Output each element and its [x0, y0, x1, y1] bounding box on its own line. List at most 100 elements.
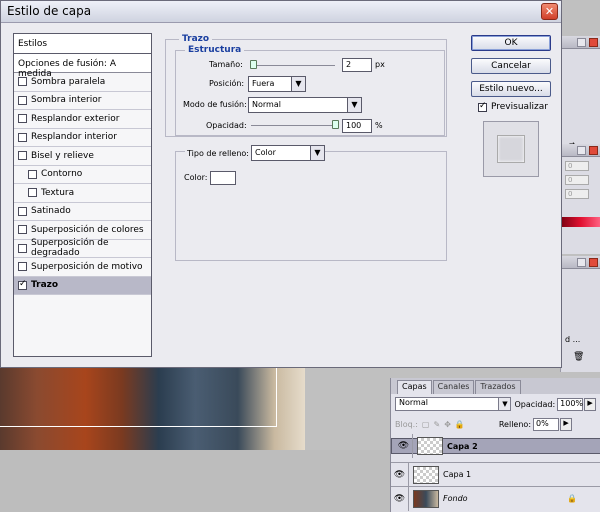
checkbox-icon[interactable]	[18, 262, 27, 272]
lock-icon: 🔒	[567, 494, 577, 503]
size-label: Tamaño:	[209, 60, 243, 69]
close-icon[interactable]	[589, 258, 598, 267]
fill-type-select[interactable]: Color ▼	[251, 145, 325, 161]
checkbox-icon[interactable]	[18, 114, 27, 124]
style-item-label: Sombra interior	[31, 95, 102, 106]
chevron-down-icon: ▼	[347, 98, 361, 112]
blend-mode-label: Modo de fusión:	[183, 100, 247, 109]
preview-checkbox[interactable]: Previsualizar	[478, 101, 548, 112]
opacity-slider-track[interactable]	[251, 125, 335, 126]
tab-canales[interactable]: Canales	[432, 380, 475, 394]
layer-row[interactable]: 👁 Fondo 🔒	[391, 486, 600, 511]
lock-all-icon[interactable]: 🔒	[455, 420, 465, 429]
eye-icon[interactable]: 👁	[395, 434, 413, 458]
lock-paint-icon[interactable]: ✎	[433, 420, 440, 429]
styles-list: Estilos Opciones de fusión: A medida Som…	[13, 33, 152, 357]
checkbox-icon[interactable]	[18, 243, 27, 253]
style-item-label: Sombra paralela	[31, 76, 106, 87]
side-panel-top: ⇄	[560, 36, 600, 144]
layer-row[interactable]: 👁 Capa 1	[391, 462, 600, 487]
side-field-1[interactable]: 0	[565, 161, 589, 171]
fill-type-label: Tipo de relleno:	[185, 149, 251, 158]
trash-icon[interactable]: 🗑	[561, 352, 600, 362]
checkbox-icon[interactable]	[18, 132, 27, 142]
close-icon[interactable]	[589, 38, 598, 47]
minimize-icon[interactable]	[577, 38, 586, 47]
style-item[interactable]: Sombra paralela	[14, 73, 151, 92]
selection-marquee	[0, 360, 277, 427]
blend-options-item[interactable]: Opciones de fusión: A medida	[14, 54, 151, 79]
layer-name: Capa 2	[447, 441, 478, 451]
eye-icon[interactable]: 👁	[391, 486, 409, 511]
opacity-arrow-icon[interactable]: ▶	[584, 397, 596, 411]
side-field-2[interactable]: 0	[565, 175, 589, 185]
side-field-3[interactable]: 0	[565, 189, 589, 199]
styles-header[interactable]: Estilos	[14, 34, 151, 54]
style-item-label: Resplandor exterior	[31, 113, 120, 124]
layer-thumbnail	[417, 437, 443, 455]
fill-input[interactable]: 0%	[533, 417, 560, 431]
chevron-down-icon: ▼	[291, 77, 305, 91]
eye-icon[interactable]: 👁	[391, 462, 409, 487]
style-item[interactable]: Trazo	[14, 276, 151, 295]
lock-move-icon[interactable]: ✥	[444, 420, 451, 429]
style-item-label: Resplandor interior	[31, 132, 117, 143]
style-item[interactable]: Resplandor exterior	[14, 110, 151, 129]
tab-trazados[interactable]: Trazados	[475, 380, 521, 394]
opacity-input[interactable]: 100	[342, 119, 372, 133]
style-item[interactable]: Superposición de degradado	[14, 238, 151, 258]
minimize-icon[interactable]	[577, 258, 586, 267]
checkbox-icon[interactable]	[28, 188, 37, 198]
checkbox-icon[interactable]	[28, 169, 37, 179]
color-swatch[interactable]	[210, 171, 236, 185]
color-ramp[interactable]	[561, 217, 600, 227]
checkbox-icon[interactable]	[18, 206, 27, 216]
layer-blend-select[interactable]: Normal ▼	[395, 397, 512, 411]
checkbox-icon[interactable]	[18, 151, 27, 161]
style-item[interactable]: Sombra interior	[14, 92, 151, 110]
position-select[interactable]: Fuera ▼	[248, 76, 306, 92]
close-button[interactable]: ✕	[541, 3, 558, 20]
style-item[interactable]: Satinado	[14, 203, 151, 221]
style-item-label: Superposición de colores	[31, 224, 144, 235]
style-item-label: Textura	[41, 187, 75, 198]
checkbox-icon[interactable]	[18, 77, 27, 87]
new-style-button[interactable]: Estilo nuevo...	[471, 81, 551, 97]
layers-tabs: Capas Canales Trazados	[391, 378, 600, 394]
style-item[interactable]: Resplandor interior	[14, 129, 151, 147]
minimize-icon[interactable]	[577, 146, 586, 155]
style-preview	[483, 121, 539, 177]
cancel-button[interactable]: Cancelar	[471, 58, 551, 74]
size-slider-track[interactable]	[251, 65, 335, 66]
lock-transparency-icon[interactable]: ▢	[422, 420, 430, 429]
layer-blend-value: Normal	[399, 398, 428, 407]
size-input[interactable]: 2	[342, 58, 372, 72]
size-slider-knob[interactable]	[249, 60, 257, 69]
blend-mode-select[interactable]: Normal ▼	[248, 97, 362, 113]
ok-button[interactable]: OK	[471, 35, 551, 51]
checkbox-icon[interactable]	[18, 95, 27, 105]
layer-row[interactable]: 👁 Capa 2	[391, 434, 600, 458]
size-unit: px	[375, 60, 385, 69]
style-item[interactable]: Contorno	[14, 166, 151, 184]
style-item[interactable]: Bisel y relieve	[14, 147, 151, 166]
style-item[interactable]: Superposición de colores	[14, 221, 151, 240]
style-item[interactable]: Superposición de motivo	[14, 258, 151, 277]
fill-arrow-icon[interactable]: ▶	[560, 417, 573, 431]
layer-thumbnail	[413, 465, 439, 484]
close-icon[interactable]	[589, 146, 598, 155]
layer-opacity-input[interactable]: 100%	[557, 397, 584, 411]
layer-thumbnail	[413, 489, 439, 508]
style-item-label: Bisel y relieve	[31, 150, 94, 161]
lock-row: Bloq.: ▢ ✎ ✥ 🔒	[395, 420, 465, 429]
checkbox-icon[interactable]	[478, 101, 487, 112]
checkbox-icon[interactable]	[18, 225, 27, 235]
checkbox-icon[interactable]	[18, 279, 27, 290]
chevron-down-icon: ▼	[498, 398, 511, 410]
style-item[interactable]: Textura	[14, 184, 151, 203]
fill-type-value: Color	[255, 148, 276, 157]
dialog-titlebar[interactable]: Estilo de capa ✕	[1, 1, 561, 23]
opacity-slider-knob[interactable]	[332, 120, 339, 129]
tab-capas[interactable]: Capas	[397, 380, 432, 394]
structure-title: Estructura	[185, 45, 245, 55]
